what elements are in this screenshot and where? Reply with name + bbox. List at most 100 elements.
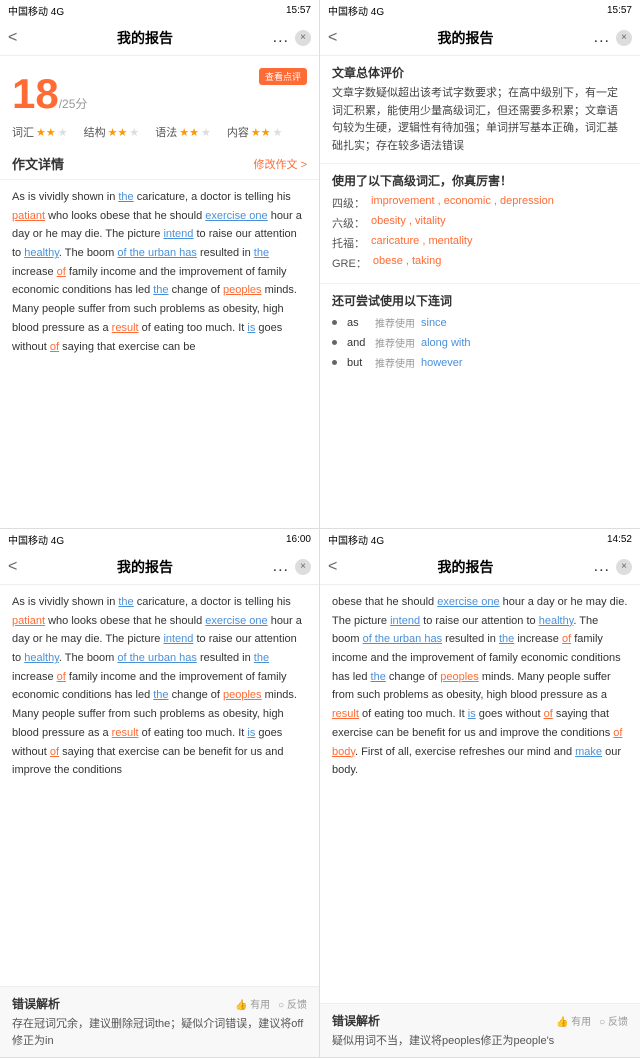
- word-healthy-4: healthy: [539, 615, 574, 627]
- feedback-button-3[interactable]: ○ 反馈: [278, 996, 307, 1011]
- vocab-item-3: GRE： obese , taking: [332, 255, 628, 271]
- vocab-words-1: obesity , vitality: [371, 215, 446, 227]
- word-of-2: of: [50, 341, 59, 353]
- star-2: ★★: [108, 126, 128, 139]
- vocab-title: 使用了以下高级词汇，你真厉害！: [332, 172, 628, 189]
- word-of-1: of: [57, 266, 66, 278]
- error-section-4: 错误解析 👍 有用 ○ 反馈 疑似用词不当，建议将peoples修正为peopl…: [320, 1003, 640, 1058]
- vocab-level-3: GRE：: [332, 255, 367, 271]
- vocab-level-1: 六级：: [332, 215, 365, 231]
- conn-suggest-1: along with: [421, 337, 471, 349]
- modify-essay-button[interactable]: 修改作文 >: [254, 156, 307, 172]
- close-button-4[interactable]: ×: [616, 559, 632, 575]
- star-4: ★★: [251, 126, 271, 139]
- panel-top-right: 中国移动 4G 15:57 < 我的报告 ... × 文章总体评价 文章字数疑似…: [320, 0, 640, 529]
- vocab-section: 使用了以下高级词汇，你真厉害！ 四级： improvement , econom…: [320, 164, 640, 284]
- essay-section-title: 作文详情: [12, 154, 64, 173]
- connector-item-2: but 推荐使用 however: [332, 355, 628, 370]
- word-healthy-3: healthy: [24, 652, 59, 664]
- error-actions-3: 👍 有用 ○ 反馈: [235, 996, 307, 1011]
- status-bar-4: 中国移动 4G 14:52: [320, 529, 640, 549]
- metric-content: 内容 ★★★: [227, 124, 283, 140]
- word-result-4: result: [332, 708, 359, 720]
- status-bar-3: 中国移动 4G 16:00: [0, 529, 319, 549]
- word-result-3: result: [112, 727, 139, 739]
- time-2: 15:57: [607, 5, 632, 16]
- word-patiant: patiant: [12, 210, 45, 222]
- word-exercise-one: exercise one: [205, 210, 267, 222]
- conn-suggest-0: since: [421, 317, 447, 329]
- connectors-section: 还可尝试使用以下连词 as 推荐使用 since and 推荐使用 along …: [320, 284, 640, 528]
- more-button-4[interactable]: ...: [594, 558, 610, 576]
- error-header-4: 错误解析 👍 有用 ○ 反馈: [332, 1012, 628, 1029]
- word-the-4a: the: [499, 633, 514, 645]
- nav-title-1: 我的报告: [117, 28, 173, 48]
- overall-text: 文章字数疑似超出该考试字数要求；在高中级别下，有一定词汇积累，能使用少量高级词汇…: [332, 85, 628, 155]
- star-empty-2: ★: [129, 126, 139, 139]
- carrier-1: 中国移动 4G: [8, 3, 64, 18]
- nav-bar-3: < 我的报告 ... ×: [0, 549, 319, 585]
- word-exercise-3: exercise one: [205, 615, 267, 627]
- nav-right-4: ... ×: [594, 558, 632, 576]
- word-exercise-4: exercise one: [437, 596, 499, 608]
- dot-2: [332, 360, 337, 365]
- back-button-2[interactable]: <: [328, 29, 337, 47]
- word-of-4: of: [562, 633, 571, 645]
- nav-left-4: <: [328, 558, 337, 576]
- nav-left-3: <: [8, 558, 17, 576]
- connectors-title: 还可尝试使用以下连词: [332, 292, 628, 309]
- metric-vocab-label: 词汇: [12, 124, 34, 140]
- overall-section: 文章总体评价 文章字数疑似超出该考试字数要求；在高中级别下，有一定词汇积累，能使…: [320, 56, 640, 164]
- close-button-1[interactable]: ×: [295, 30, 311, 46]
- word-is-3: is: [247, 727, 255, 739]
- score-badge[interactable]: 查看点评: [259, 68, 307, 85]
- dot-1: [332, 340, 337, 345]
- word-result-1: result: [112, 322, 139, 334]
- word-of-3b: of: [50, 746, 59, 758]
- feedback-button-4[interactable]: ○ 反馈: [599, 1013, 628, 1028]
- close-button-2[interactable]: ×: [616, 30, 632, 46]
- vocab-item-2: 托福： caricature , mentality: [332, 235, 628, 251]
- helpful-button-3[interactable]: 👍 有用: [235, 996, 270, 1011]
- essay-content-4: obese that he should exercise one hour a…: [320, 585, 640, 1003]
- more-button-3[interactable]: ...: [273, 558, 289, 576]
- word-the-3c: the: [153, 689, 168, 701]
- nav-bar-1: < 我的报告 ... ×: [0, 20, 319, 56]
- star-empty-1: ★: [58, 126, 68, 139]
- word-the-4b: the: [371, 671, 386, 683]
- word-of-4b: of: [544, 708, 553, 720]
- word-intend-3: intend: [163, 633, 193, 645]
- overall-title: 文章总体评价: [332, 64, 628, 81]
- error-text-4: 疑似用词不当，建议将peoples修正为people's: [332, 1033, 628, 1050]
- word-the-1: the: [118, 191, 133, 203]
- carrier-2: 中国移动 4G: [328, 3, 384, 18]
- word-is-4: is: [468, 708, 476, 720]
- back-button-3[interactable]: <: [8, 558, 17, 576]
- more-button-2[interactable]: ...: [594, 29, 610, 47]
- conn-label-2: 推荐使用: [375, 355, 415, 370]
- close-button-3[interactable]: ×: [295, 559, 311, 575]
- score-metrics: 词汇 ★★★ 结构 ★★★ 语法 ★★★ 内容 ★★★: [12, 124, 307, 140]
- word-urban-4: of the urban has: [363, 633, 443, 645]
- word-healthy-1: healthy: [24, 247, 59, 259]
- essay-content-3: As is vividly shown in the caricature, a…: [0, 585, 319, 986]
- nav-right-1: ... ×: [273, 29, 311, 47]
- dot-0: [332, 320, 337, 325]
- conn-label-0: 推荐使用: [375, 315, 415, 330]
- score-total: /25分: [59, 97, 88, 111]
- back-button-4[interactable]: <: [328, 558, 337, 576]
- nav-left-1: <: [8, 29, 17, 47]
- star-empty-4: ★: [273, 126, 283, 139]
- helpful-button-4[interactable]: 👍 有用: [556, 1013, 591, 1028]
- word-of-the-urban: of the urban has: [117, 247, 197, 259]
- word-is-1: is: [247, 322, 255, 334]
- star-3: ★★: [179, 126, 199, 139]
- more-button-1[interactable]: ...: [273, 29, 289, 47]
- metric-structure: 结构 ★★★: [84, 124, 140, 140]
- time-1: 15:57: [286, 5, 311, 16]
- error-header-3: 错误解析 👍 有用 ○ 反馈: [12, 995, 307, 1012]
- back-button-1[interactable]: <: [8, 29, 17, 47]
- vocab-item-1: 六级： obesity , vitality: [332, 215, 628, 231]
- word-peoples-4: peoples: [440, 671, 479, 683]
- time-3: 16:00: [286, 534, 311, 545]
